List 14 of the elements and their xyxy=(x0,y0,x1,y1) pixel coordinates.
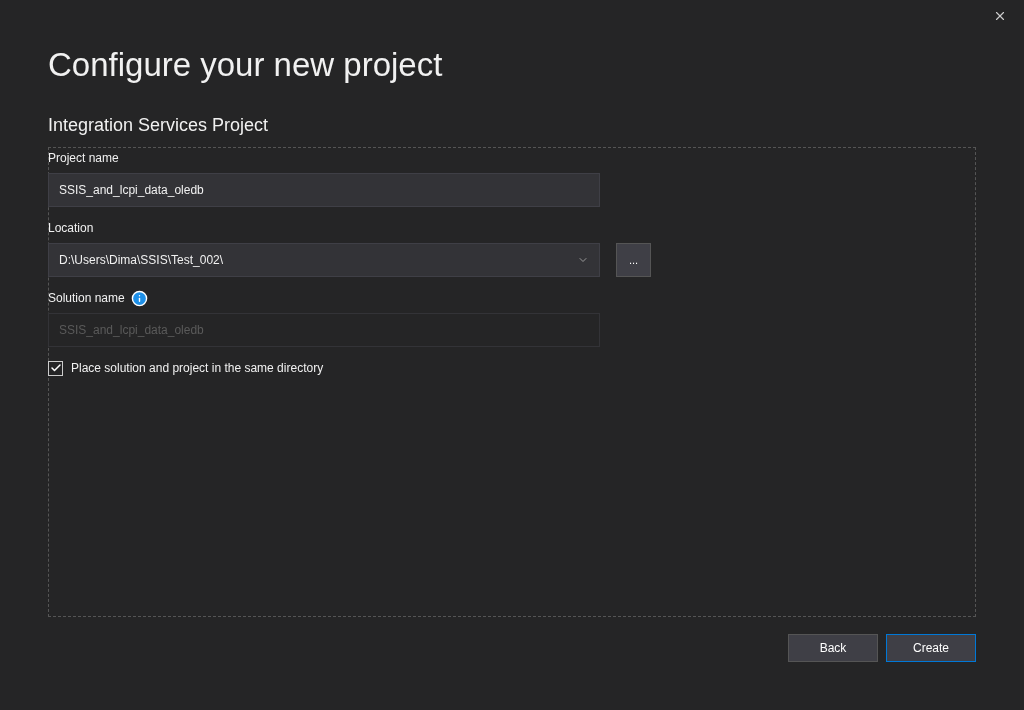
close-icon[interactable] xyxy=(993,9,1007,23)
info-icon[interactable] xyxy=(130,289,148,307)
page-title: Configure your new project xyxy=(48,45,444,85)
checkbox[interactable] xyxy=(48,360,63,376)
dialog-button[interactable]: Create xyxy=(886,634,976,662)
project-type-title: Integration Services Project xyxy=(48,114,270,137)
dialog-button[interactable]: Back xyxy=(788,634,878,662)
location-dropdown[interactable]: D:\Users\Dima\SSIS\Test_002\ xyxy=(48,243,600,277)
input-field[interactable]: SSIS_and_lcpi_data_oledb xyxy=(48,173,600,207)
field-label: Location xyxy=(48,220,94,237)
browse-button[interactable]: ... xyxy=(616,243,651,277)
field-label: Solution name xyxy=(48,290,125,307)
checkbox-label: Place solution and project in the same directory xyxy=(71,360,324,377)
field-label: Project name xyxy=(48,150,119,167)
